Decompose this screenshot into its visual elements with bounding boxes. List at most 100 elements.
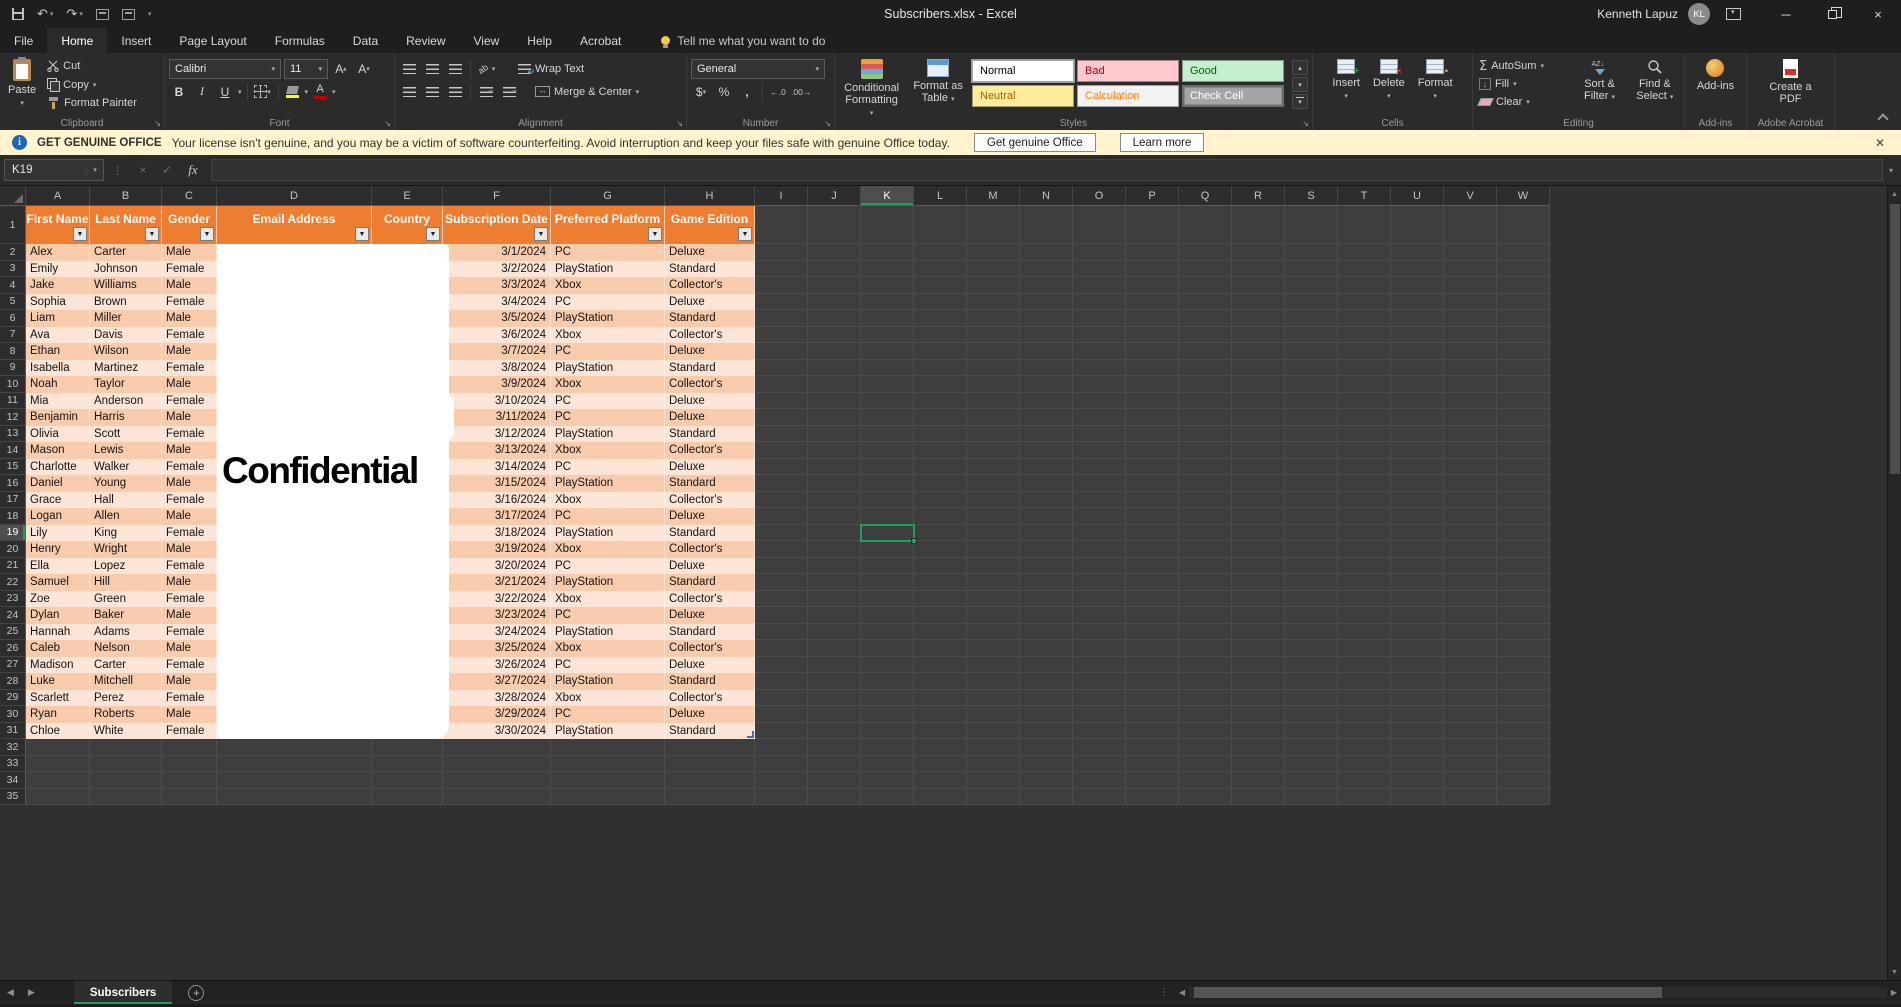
cell-I34[interactable] xyxy=(755,772,808,789)
cell-B28[interactable]: Mitchell xyxy=(90,673,162,690)
scroll-right-icon[interactable]: ▶ xyxy=(1887,988,1901,997)
cell-H2[interactable]: Deluxe xyxy=(665,244,755,261)
cell-J19[interactable] xyxy=(808,524,861,541)
cell-I26[interactable] xyxy=(755,640,808,657)
cell-F26[interactable]: 3/25/2024 xyxy=(443,640,551,657)
cell-V29[interactable] xyxy=(1444,689,1497,706)
cell-L12[interactable] xyxy=(914,409,967,426)
cell-G2[interactable]: PC xyxy=(551,244,665,261)
cell-M29[interactable] xyxy=(967,689,1020,706)
insert-cells-button[interactable]: + Insert ▾ xyxy=(1328,57,1364,105)
cell-J27[interactable] xyxy=(808,656,861,673)
cell-B2[interactable]: Carter xyxy=(90,244,162,261)
cell-P23[interactable] xyxy=(1126,590,1179,607)
cell-J30[interactable] xyxy=(808,706,861,723)
cell-Q15[interactable] xyxy=(1179,458,1232,475)
align-top-button[interactable] xyxy=(399,59,419,79)
cell-V21[interactable] xyxy=(1444,557,1497,574)
cell-G28[interactable]: PlayStation xyxy=(551,673,665,690)
cell-L30[interactable] xyxy=(914,706,967,723)
cell-N16[interactable] xyxy=(1020,475,1073,492)
cell-S29[interactable] xyxy=(1285,689,1338,706)
cell-A2[interactable]: Alex xyxy=(26,244,90,261)
cell-A16[interactable]: Daniel xyxy=(26,475,90,492)
cell-G10[interactable]: Xbox xyxy=(551,376,665,393)
cell-P3[interactable] xyxy=(1126,260,1179,277)
cell-N11[interactable] xyxy=(1020,392,1073,409)
conditional-formatting-button[interactable]: Conditional Formatting ▾ xyxy=(839,57,904,122)
cell-B27[interactable]: Carter xyxy=(90,656,162,673)
column-header-B[interactable]: B xyxy=(90,186,162,206)
cell-O9[interactable] xyxy=(1073,359,1126,376)
cell-P30[interactable] xyxy=(1126,706,1179,723)
cell-R19[interactable] xyxy=(1232,524,1285,541)
cell-I11[interactable] xyxy=(755,392,808,409)
cell-K25[interactable] xyxy=(861,623,914,640)
cell-H35[interactable] xyxy=(665,788,755,805)
cell-F14[interactable]: 3/13/2024 xyxy=(443,442,551,459)
cell-H13[interactable]: Standard xyxy=(665,425,755,442)
cell-Q13[interactable] xyxy=(1179,425,1232,442)
cell-A22[interactable]: Samuel xyxy=(26,574,90,591)
tab-review[interactable]: Review xyxy=(392,28,459,53)
cell-J34[interactable] xyxy=(808,772,861,789)
cell-A31[interactable]: Chloe xyxy=(26,722,90,739)
cell-Q22[interactable] xyxy=(1179,574,1232,591)
cell-B8[interactable]: Wilson xyxy=(90,343,162,360)
cell-G8[interactable]: PC xyxy=(551,343,665,360)
cell-H4[interactable]: Collector's xyxy=(665,277,755,294)
cell-F29[interactable]: 3/28/2024 xyxy=(443,689,551,706)
cell-Q10[interactable] xyxy=(1179,376,1232,393)
cell-W10[interactable] xyxy=(1497,376,1550,393)
column-header-I[interactable]: I xyxy=(755,186,808,206)
ribbon-display-options-icon[interactable] xyxy=(1726,8,1741,20)
row-header-20[interactable]: 20 xyxy=(0,541,26,558)
cell-N6[interactable] xyxy=(1020,310,1073,327)
cell-T16[interactable] xyxy=(1338,475,1391,492)
cell-U11[interactable] xyxy=(1391,392,1444,409)
cell-N32[interactable] xyxy=(1020,739,1073,756)
wrap-text-button[interactable]: Wrap Text xyxy=(516,60,586,78)
cell-K30[interactable] xyxy=(861,706,914,723)
row-header-30[interactable]: 30 xyxy=(0,706,26,723)
cell-R34[interactable] xyxy=(1232,772,1285,789)
styles-dialog-launcher[interactable]: ↘ xyxy=(1302,119,1309,128)
cell-Q18[interactable] xyxy=(1179,508,1232,525)
cell-K15[interactable] xyxy=(861,458,914,475)
cell-O17[interactable] xyxy=(1073,491,1126,508)
cell-U24[interactable] xyxy=(1391,607,1444,624)
cell-T29[interactable] xyxy=(1338,689,1391,706)
cell-S14[interactable] xyxy=(1285,442,1338,459)
cell-C34[interactable] xyxy=(162,772,217,789)
cell-T28[interactable] xyxy=(1338,673,1391,690)
cell-R13[interactable] xyxy=(1232,425,1285,442)
cell-S22[interactable] xyxy=(1285,574,1338,591)
cell-F33[interactable] xyxy=(443,755,551,772)
cell-N26[interactable] xyxy=(1020,640,1073,657)
cell-L10[interactable] xyxy=(914,376,967,393)
cell-F3[interactable]: 3/2/2024 xyxy=(443,260,551,277)
table-header-gender[interactable]: Gender ▼ xyxy=(162,206,217,244)
cell-T19[interactable] xyxy=(1338,524,1391,541)
filter-button-game-edition[interactable]: ▼ xyxy=(738,227,752,241)
cell-V13[interactable] xyxy=(1444,425,1497,442)
cell-U20[interactable] xyxy=(1391,541,1444,558)
undo-dropdown-icon[interactable]: ▾ xyxy=(50,10,54,18)
cell-I14[interactable] xyxy=(755,442,808,459)
cell-R11[interactable] xyxy=(1232,392,1285,409)
column-header-A[interactable]: A xyxy=(26,186,90,206)
cell-B29[interactable]: Perez xyxy=(90,689,162,706)
cell-I20[interactable] xyxy=(755,541,808,558)
cell-L2[interactable] xyxy=(914,244,967,261)
cell-N33[interactable] xyxy=(1020,755,1073,772)
cell-R29[interactable] xyxy=(1232,689,1285,706)
cell-T32[interactable] xyxy=(1338,739,1391,756)
cell-V2[interactable] xyxy=(1444,244,1497,261)
cell-A6[interactable]: Liam xyxy=(26,310,90,327)
cell-S5[interactable] xyxy=(1285,293,1338,310)
cell-H15[interactable]: Deluxe xyxy=(665,458,755,475)
cell-A26[interactable]: Caleb xyxy=(26,640,90,657)
format-painter-button[interactable]: Format Painter xyxy=(45,94,139,112)
cell-A19[interactable]: Lily xyxy=(26,524,90,541)
cell-Q29[interactable] xyxy=(1179,689,1232,706)
